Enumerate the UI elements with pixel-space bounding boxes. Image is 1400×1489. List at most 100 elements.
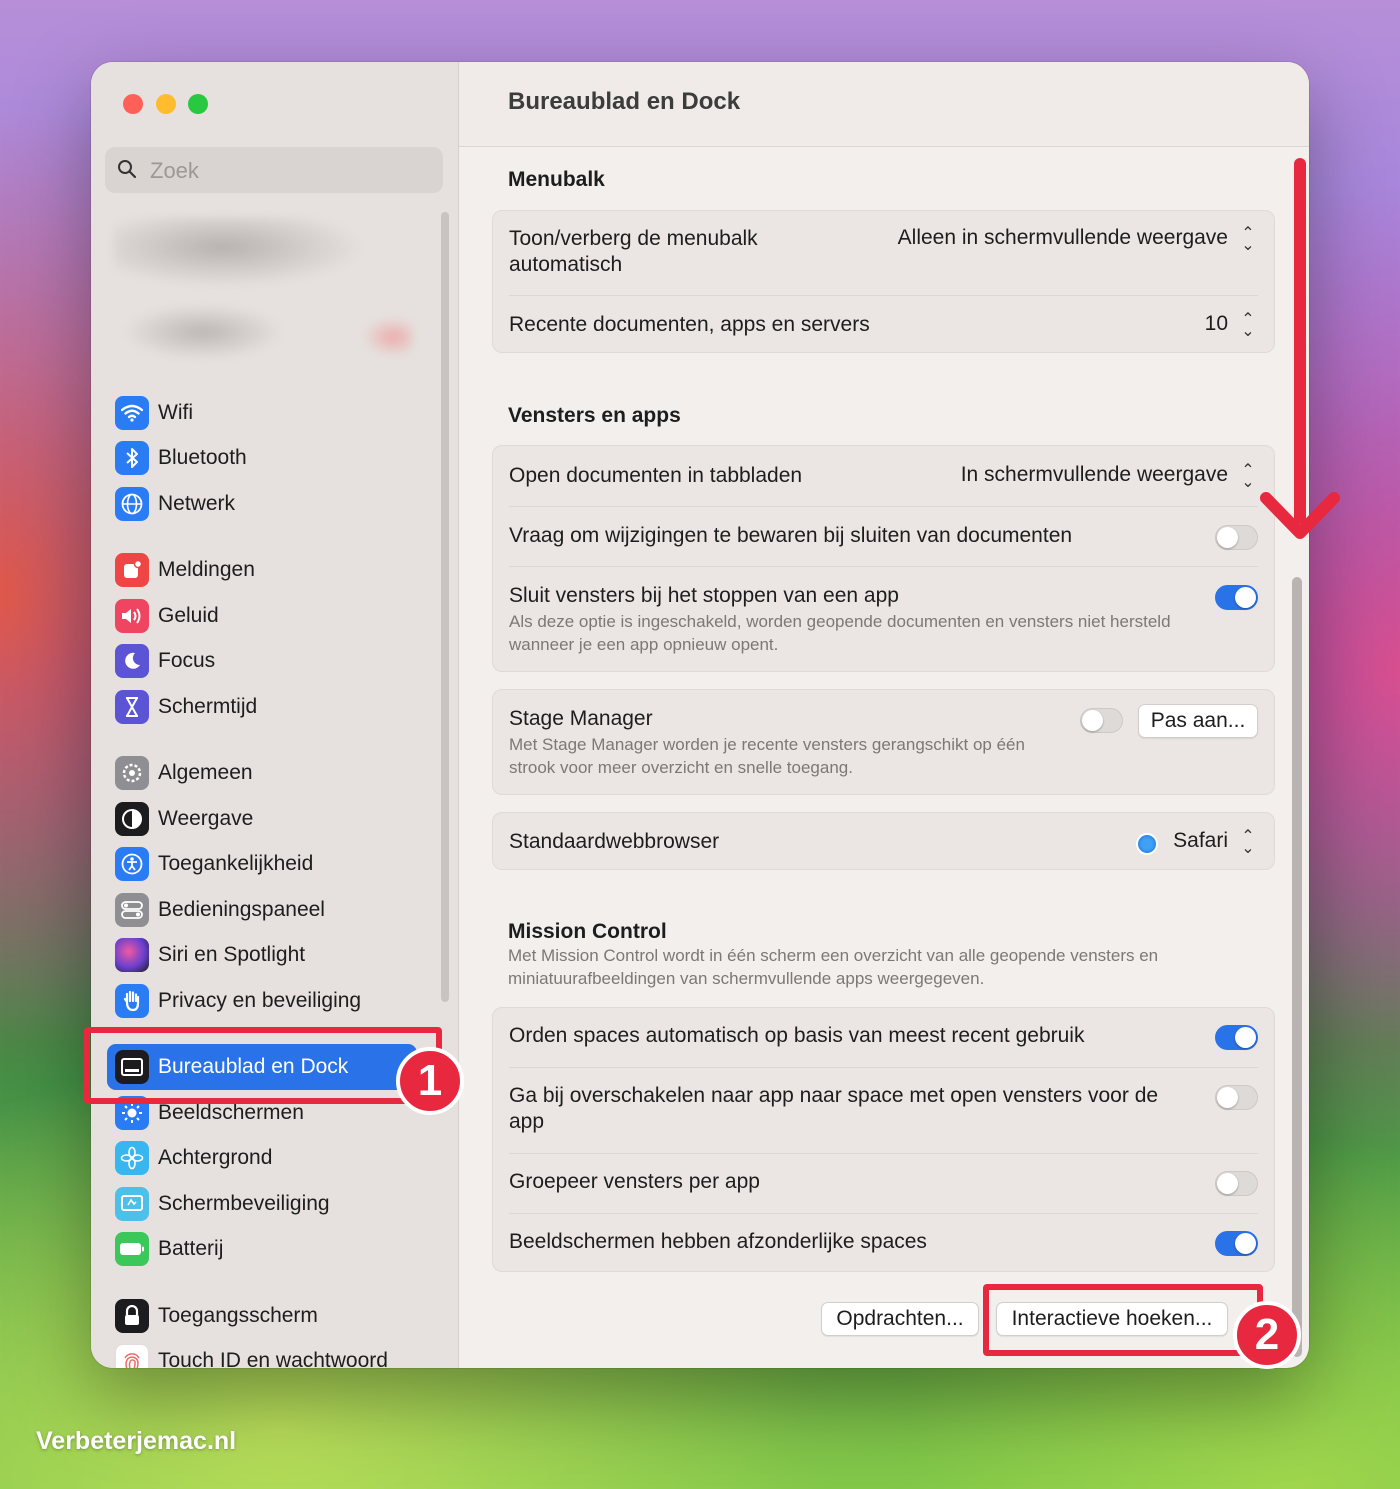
group-stage-manager: Stage Manager Met Stage Manager worden j… bbox=[492, 689, 1275, 795]
bell-icon bbox=[115, 553, 149, 587]
autohide-select-value[interactable]: Alleen in schermvullende weergave bbox=[898, 226, 1228, 250]
control-center-icon bbox=[115, 893, 149, 927]
sidebar-item-netwerk[interactable]: Netwerk bbox=[115, 484, 435, 524]
sidebar-item-achtergrond[interactable]: Achtergrond bbox=[115, 1138, 435, 1178]
tabs-select-value[interactable]: In schermvullende weergave bbox=[961, 463, 1228, 487]
battery-icon bbox=[115, 1232, 149, 1266]
row-recent-items: Recente documenten, apps en servers 10 ⌃… bbox=[509, 312, 1258, 342]
sidebar: Zoek Wifi Bluetooth Netwerk Meldingen Ge… bbox=[91, 62, 459, 1368]
group-browser: Standaardwebbrowser Safari ⌃ ⌄ bbox=[492, 812, 1275, 870]
sidebar-item-toegangsscherm[interactable]: Toegangsscherm bbox=[115, 1296, 435, 1336]
row-open-in-tabs: Open documenten in tabbladen In schermvu… bbox=[509, 463, 1258, 493]
row-default-browser: Standaardwebbrowser Safari ⌃ ⌄ bbox=[509, 829, 1258, 859]
hand-icon bbox=[115, 984, 149, 1018]
shortcuts-button[interactable]: Opdrachten... bbox=[821, 1302, 979, 1336]
search-icon bbox=[118, 160, 137, 179]
screensaver-icon bbox=[115, 1187, 149, 1221]
highlight-box-2 bbox=[983, 1284, 1263, 1356]
switch-space-toggle[interactable] bbox=[1215, 1085, 1258, 1110]
apple-account-blurred[interactable] bbox=[113, 217, 413, 367]
minimize-window-button[interactable] bbox=[156, 94, 176, 114]
zoom-window-button[interactable] bbox=[188, 94, 208, 114]
sidebar-item-siri[interactable]: Siri en Spotlight bbox=[115, 935, 435, 975]
group-vensters: Open documenten in tabbladen In schermvu… bbox=[492, 445, 1275, 672]
main-scrollbar[interactable] bbox=[1292, 577, 1302, 1357]
sidebar-item-schermtijd[interactable]: Schermtijd bbox=[115, 687, 435, 727]
sidebar-scrollbar[interactable] bbox=[441, 212, 449, 1002]
section-title-vensters: Vensters en apps bbox=[508, 404, 681, 427]
row-menubalk-autohide: Toon/verberg de menubalk automatisch All… bbox=[509, 226, 1258, 282]
globe-icon bbox=[115, 487, 149, 521]
divider bbox=[509, 1213, 1258, 1214]
recent-items-select-value[interactable]: 10 bbox=[1205, 312, 1228, 336]
group-windows-toggle[interactable] bbox=[1215, 1171, 1258, 1196]
row-group-windows: Groepeer vensters per app bbox=[509, 1169, 1258, 1199]
main-pane: Bureaublad en Dock Menubalk Toon/verberg… bbox=[459, 62, 1309, 1368]
stage-manager-toggle[interactable] bbox=[1080, 708, 1123, 733]
row-stage-manager: Stage Manager Met Stage Manager worden j… bbox=[509, 704, 1258, 786]
close-windows-toggle[interactable] bbox=[1215, 585, 1258, 610]
hourglass-icon bbox=[115, 690, 149, 724]
sidebar-item-algemeen[interactable]: Algemeen bbox=[115, 753, 435, 793]
wifi-icon bbox=[115, 396, 149, 430]
safari-icon bbox=[1136, 833, 1158, 855]
settings-window: Zoek Wifi Bluetooth Netwerk Meldingen Ge… bbox=[91, 62, 1309, 1368]
row-switch-space: Ga bij overschakelen naar app naar space… bbox=[509, 1083, 1258, 1139]
row-order-spaces: Orden spaces automatisch op basis van me… bbox=[509, 1023, 1258, 1053]
fingerprint-icon bbox=[115, 1344, 149, 1368]
lock-icon bbox=[115, 1299, 149, 1333]
sidebar-item-schermbeveiliging[interactable]: Schermbeveiliging bbox=[115, 1184, 435, 1224]
separate-spaces-toggle[interactable] bbox=[1215, 1231, 1258, 1256]
sidebar-item-bluetooth[interactable]: Bluetooth bbox=[115, 438, 435, 478]
divider bbox=[509, 1153, 1258, 1154]
row-separate-spaces: Beeldschermen hebben afzonderlijke space… bbox=[509, 1229, 1258, 1259]
group-menubalk: Toon/verberg de menubalk automatisch All… bbox=[492, 210, 1275, 353]
sidebar-item-batterij[interactable]: Batterij bbox=[115, 1229, 435, 1269]
section-title-mission-control: Mission Control bbox=[508, 920, 667, 943]
sidebar-item-weergave[interactable]: Weergave bbox=[115, 799, 435, 839]
ask-save-toggle[interactable] bbox=[1215, 525, 1258, 550]
stage-manager-customize-button[interactable]: Pas aan... bbox=[1138, 704, 1258, 738]
divider bbox=[509, 506, 1258, 507]
mission-control-description: Met Mission Control wordt in één scherm … bbox=[508, 946, 1159, 988]
accessibility-icon bbox=[115, 847, 149, 881]
appearance-icon bbox=[115, 802, 149, 836]
sidebar-item-bedieningspaneel[interactable]: Bedieningspaneel bbox=[115, 890, 435, 930]
sidebar-item-focus[interactable]: Focus bbox=[115, 641, 435, 681]
sidebar-item-touch-id[interactable]: Touch ID en wachtwoord bbox=[115, 1341, 435, 1368]
highlight-box-1 bbox=[84, 1027, 442, 1104]
sidebar-item-geluid[interactable]: Geluid bbox=[115, 596, 435, 636]
divider bbox=[509, 1067, 1258, 1068]
row-ask-save: Vraag om wijzigingen te bewaren bij slui… bbox=[509, 523, 1258, 553]
gear-icon bbox=[115, 756, 149, 790]
search-input[interactable]: Zoek bbox=[105, 147, 443, 193]
sidebar-item-wifi[interactable]: Wifi bbox=[115, 393, 435, 433]
sidebar-item-meldingen[interactable]: Meldingen bbox=[115, 550, 435, 590]
group-mission-control: Orden spaces automatisch op basis van me… bbox=[492, 1007, 1275, 1272]
moon-icon bbox=[115, 644, 149, 678]
search-placeholder: Zoek bbox=[150, 158, 199, 183]
sidebar-item-toegankelijkheid[interactable]: Toegankelijkheid bbox=[115, 844, 435, 884]
bluetooth-icon bbox=[115, 441, 149, 475]
sidebar-item-privacy[interactable]: Privacy en beveiliging bbox=[115, 981, 435, 1021]
divider bbox=[509, 566, 1258, 567]
flower-icon bbox=[115, 1141, 149, 1175]
close-window-button[interactable] bbox=[123, 94, 143, 114]
main-header: Bureaublad en Dock bbox=[459, 62, 1309, 147]
select-chevron-icon[interactable]: ⌃ ⌄ bbox=[1238, 463, 1258, 493]
select-chevron-icon[interactable]: ⌃ ⌄ bbox=[1238, 226, 1258, 256]
step-badge-2: 2 bbox=[1233, 1301, 1301, 1369]
siri-icon bbox=[115, 938, 149, 972]
speaker-icon bbox=[115, 599, 149, 633]
select-chevron-icon[interactable]: ⌃ ⌄ bbox=[1238, 312, 1258, 342]
scroll-down-arrow-icon bbox=[1260, 158, 1340, 539]
select-chevron-icon[interactable]: ⌃ ⌄ bbox=[1238, 829, 1258, 859]
row-close-windows: Sluit vensters bij het stoppen van een a… bbox=[509, 583, 1258, 663]
browser-select-value[interactable]: Safari bbox=[1173, 829, 1228, 853]
page-title: Bureaublad en Dock bbox=[508, 88, 741, 115]
watermark: Verbeterjemac.nl bbox=[36, 1427, 237, 1455]
order-spaces-toggle[interactable] bbox=[1215, 1025, 1258, 1050]
section-title-menubalk: Menubalk bbox=[508, 168, 605, 191]
divider bbox=[509, 295, 1258, 296]
step-badge-1: 1 bbox=[396, 1047, 464, 1115]
